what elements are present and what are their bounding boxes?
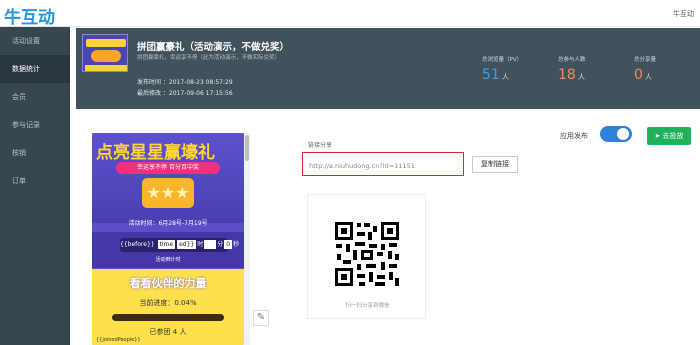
user-link[interactable]: 牛互动 [673, 9, 694, 19]
timer-placeholder: {{before}} [120, 241, 155, 248]
joined-placeholder: {{joinedPeople}} [96, 337, 141, 343]
activity-banner: 拼团赢豪礼（活动演示，不做兑奖） 拼团赢豪礼，幸运享不停（此为活动演示，不做实际… [76, 28, 700, 109]
timer-unit: 时 [197, 241, 204, 248]
preview-date: 活动时间：6月28号-7月19号 [128, 220, 208, 227]
launch-label: 去投放 [662, 132, 684, 140]
timer-unit: 分 [217, 241, 224, 248]
preview-header: 点亮星星赢壕礼 幸运享不停 百分百中奖 ★★★ [92, 133, 244, 223]
app-logo[interactable]: 牛互动 [4, 3, 55, 28]
star-icon: ★★★ [142, 178, 194, 208]
sidebar-item-statistics[interactable]: 数据统计 [0, 55, 70, 83]
stat-pv: 总浏览量（PV） 51 人 [482, 55, 552, 83]
sidebar-item-verification[interactable]: 核销 [0, 139, 70, 167]
publish-label: 应用发布 [560, 132, 588, 140]
stat-shares-value: 0 [634, 67, 643, 83]
qr-caption: 扫一扫分享到微信 [345, 303, 390, 309]
activity-title: 拼团赢豪礼（活动演示，不做兑奖） [137, 42, 290, 53]
preview-title: 点亮星星赢壕礼 [96, 143, 215, 163]
countdown-area: {{before}} time ed}} 时 分0秒 活动倒计时 [92, 232, 244, 268]
stat-participants-value: 18 [558, 67, 576, 83]
preview-slogan: 幸运享不停 百分百中奖 [116, 162, 220, 174]
preview-scrollbar[interactable] [244, 133, 250, 345]
share-label: 链接分享 [308, 142, 333, 149]
progress-bar [112, 314, 224, 321]
publish-time: 发布时间 ：2017-08-23 08:57:29 [137, 79, 233, 86]
sidebar-item-records[interactable]: 参与记录 [0, 111, 70, 139]
progress-text: 当前进度：0.04% [139, 299, 197, 307]
timer-unit: 秒 [233, 241, 240, 248]
stat-pv-label: 总浏览量（PV） [482, 57, 523, 63]
top-bar: 牛互动 牛互动 [0, 0, 700, 28]
sidebar-item-activity-settings[interactable]: 活动设置 [0, 27, 70, 55]
paper-plane-icon: ➤ [654, 132, 661, 140]
launch-button[interactable]: ➤ 去投放 [647, 127, 691, 145]
stat-pv-value: 51 [482, 67, 500, 83]
progress-section: 看看伙伴的力量 当前进度：0.04% 已参团 4 人 {{joinedPeopl… [92, 269, 244, 345]
stat-pv-unit: 人 [501, 73, 509, 81]
mobile-preview[interactable]: 点亮星星赢壕礼 幸运享不停 百分百中奖 ★★★ 活动时间：6月28号-7月19号… [92, 133, 244, 345]
sidebar-item-members[interactable]: 会员 [0, 83, 70, 111]
activity-thumbnail [82, 34, 128, 72]
stat-shares: 总分享量 0人 [634, 55, 700, 83]
share-link-input[interactable] [309, 156, 459, 176]
countdown-caption: 活动倒计时 [155, 257, 181, 263]
sidebar-item-orders[interactable]: 订单 [0, 167, 70, 195]
sidebar: 活动设置 数据统计 会员 参与记录 核销 订单 [0, 27, 70, 345]
section-title: 看看伙伴的力量 [129, 277, 207, 290]
timer-seg: 0 [224, 240, 233, 249]
share-link-field[interactable] [302, 152, 464, 176]
stat-participants-label: 总参与人数 [558, 57, 586, 63]
publish-toggle[interactable] [600, 126, 632, 142]
stat-participants-unit: 人 [577, 73, 585, 81]
scrollbar-thumb[interactable] [245, 135, 249, 161]
qr-code-card: 扫一扫分享到微信 [307, 194, 426, 319]
timer-seg: time [157, 240, 176, 249]
edit-icon[interactable]: ✎ [253, 310, 269, 326]
qr-code-image [333, 220, 401, 288]
timer-seg: ed}} [177, 240, 197, 249]
activity-description: 拼团赢豪礼，幸运享不停（此为活动演示，不做实际兑奖） [137, 55, 281, 61]
copy-link-button[interactable]: 复制链接 [472, 156, 518, 173]
stat-shares-label: 总分享量 [634, 57, 657, 63]
joined-count: 已参团 4 人 [149, 328, 187, 336]
stat-participants: 总参与人数 18 人 [558, 55, 628, 83]
stat-shares-unit: 人 [644, 73, 652, 81]
countdown-timer: {{before}} time ed}} 时 分0秒 [120, 238, 239, 252]
modified-time: 最后修改 ：2017-09-06 17:15:56 [137, 90, 233, 97]
toggle-knob [617, 128, 629, 140]
